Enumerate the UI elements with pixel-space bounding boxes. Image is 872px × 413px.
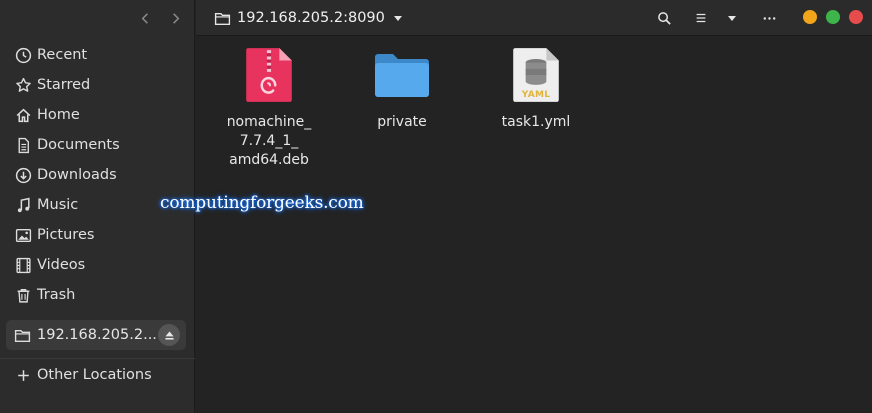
list-icon: [694, 11, 708, 25]
plus-icon: [14, 366, 32, 384]
sidebar-item-label: Pictures: [37, 227, 95, 243]
search-button[interactable]: [652, 6, 676, 30]
chevron-down-icon: [393, 13, 403, 23]
sidebar-item-label: Videos: [37, 257, 86, 273]
back-button[interactable]: [133, 6, 157, 30]
home-icon: [14, 106, 32, 124]
sidebar-item-other-locations[interactable]: Other Locations: [0, 360, 195, 390]
location-path-button[interactable]: 192.168.205.2:8090: [214, 4, 403, 32]
maximize-button[interactable]: [826, 10, 840, 24]
chevron-right-icon: [168, 11, 183, 26]
chevron-left-icon: [138, 11, 153, 26]
sidebar-item-label: Recent: [37, 47, 88, 63]
sidebar-item-label: Trash: [37, 287, 76, 303]
trash-icon: [14, 286, 32, 304]
sidebar-item-label: Starred: [37, 77, 91, 93]
eject-icon: [163, 329, 176, 342]
yaml-file-icon: YAML: [506, 44, 566, 106]
file-item[interactable]: YAML task1.yml: [481, 44, 591, 132]
file-item[interactable]: private: [347, 44, 457, 132]
sidebar-item-label: Documents: [37, 137, 120, 153]
folder-icon: [214, 10, 231, 27]
view-list-button[interactable]: [689, 6, 713, 30]
file-name: nomachine_ 7.7.4_1_ amd64.deb: [226, 114, 312, 168]
search-icon: [657, 11, 672, 26]
eject-button[interactable]: [158, 324, 180, 346]
clock-icon: [14, 46, 32, 64]
folder-icon: [14, 326, 32, 344]
forward-button[interactable]: [163, 6, 187, 30]
sidebar-item-home[interactable]: Home: [0, 100, 195, 130]
sidebar-item-label: Downloads: [37, 167, 117, 183]
file-name: private: [377, 114, 427, 130]
sidebar-item-videos[interactable]: Videos: [0, 250, 195, 280]
download-icon: [14, 166, 32, 184]
music-icon: [14, 196, 32, 214]
video-icon: [14, 256, 32, 274]
chevron-down-icon: [727, 13, 737, 23]
sidebar-item-label: Other Locations: [37, 367, 152, 383]
picture-icon: [14, 226, 32, 244]
file-item[interactable]: nomachine_ 7.7.4_1_ amd64.deb: [214, 44, 324, 170]
document-icon: [14, 136, 32, 154]
watermark-text: computingforgeeks.com: [160, 193, 364, 213]
view-options-button[interactable]: [720, 6, 744, 30]
sidebar-item-starred[interactable]: Starred: [0, 70, 195, 100]
folder-icon: [372, 44, 432, 106]
sidebar-item-pictures[interactable]: Pictures: [0, 220, 195, 250]
current-path: 192.168.205.2:8090: [237, 10, 385, 26]
sidebar-item-label: 192.168.205.2...: [37, 327, 157, 343]
minimize-button[interactable]: [803, 10, 817, 24]
close-button[interactable]: [849, 10, 863, 24]
more-icon: [762, 11, 777, 26]
sidebar-item-documents[interactable]: Documents: [0, 130, 195, 160]
menu-button[interactable]: [757, 6, 781, 30]
sidebar-item-label: Music: [37, 197, 79, 213]
sidebar-divider: [0, 358, 195, 359]
file-name: task1.yml: [501, 114, 571, 130]
star-icon: [14, 76, 32, 94]
sidebar-item-recent[interactable]: Recent: [0, 40, 195, 70]
sidebar-item-downloads[interactable]: Downloads: [0, 160, 195, 190]
sidebar-item-trash[interactable]: Trash: [0, 280, 195, 310]
sidebar-item-label: Home: [37, 107, 80, 123]
sidebar-item-network-mount[interactable]: 192.168.205.2...: [6, 320, 186, 350]
yaml-logo-text: YAML: [521, 90, 551, 100]
deb-package-icon: [239, 44, 299, 106]
